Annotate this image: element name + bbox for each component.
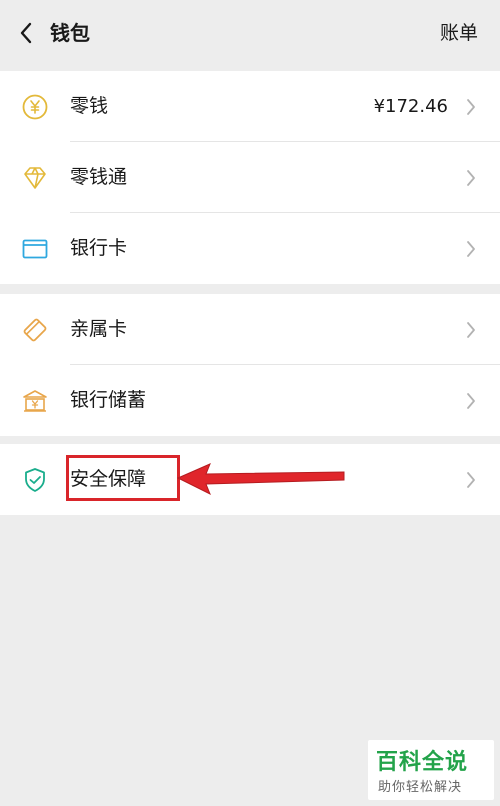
list-item-lingqiantong[interactable]: 零钱通 [0, 142, 500, 213]
chevron-right-icon [467, 170, 475, 186]
red-arrow-annotation [176, 463, 345, 496]
yuan-coin-icon [21, 93, 49, 121]
list-item-label: 零钱通 [70, 166, 128, 188]
back-button[interactable] [12, 18, 40, 48]
list-item-family-card[interactable]: 亲属卡 [0, 294, 500, 365]
wallet-group-2: 亲属卡 银行储蓄 [0, 294, 500, 436]
list-item-bank-savings[interactable]: 银行储蓄 [0, 365, 500, 436]
list-item-label: 零钱 [70, 95, 109, 117]
chevron-right-icon [467, 322, 475, 338]
chevron-right-icon [467, 99, 475, 115]
nav-header: 钱包 账单 [0, 0, 500, 68]
shield-check-icon [21, 466, 49, 494]
list-item-bank-card[interactable]: 银行卡 [0, 213, 500, 284]
bank-savings-icon [21, 387, 49, 415]
diamond-icon [21, 164, 49, 192]
family-card-icon [21, 316, 49, 344]
chevron-right-icon [467, 393, 475, 409]
page-title: 钱包 [50, 21, 90, 45]
chevron-right-icon [467, 241, 475, 257]
bank-card-icon [21, 235, 49, 263]
watermark-title: 百科全说 [376, 750, 469, 775]
list-item-label: 银行储蓄 [70, 389, 147, 411]
list-item-change[interactable]: 零钱 ¥172.46 [0, 71, 500, 142]
bill-link[interactable]: 账单 [440, 19, 478, 47]
watermark-logo: 百科全说 助你轻松解决 [368, 740, 494, 800]
highlight-box [66, 455, 180, 501]
wallet-group-1: 零钱 ¥172.46 零钱通 银行卡 [0, 71, 500, 284]
chevron-left-icon [20, 22, 32, 44]
watermark-subtitle: 助你轻松解决 [378, 780, 463, 795]
list-item-label: 银行卡 [70, 237, 128, 259]
chevron-right-icon [467, 472, 475, 488]
balance-value: ¥172.46 [373, 96, 448, 117]
list-item-label: 亲属卡 [70, 318, 128, 340]
